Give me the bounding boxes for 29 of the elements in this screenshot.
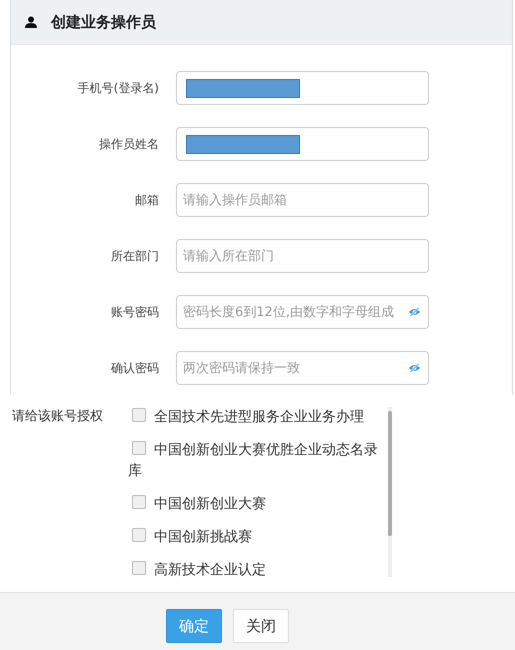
field-label: 操作员姓名 bbox=[98, 136, 160, 152]
field-label: 账号密码 bbox=[110, 304, 160, 320]
scrollbar-thumb[interactable] bbox=[388, 411, 392, 536]
input-field[interactable] bbox=[176, 71, 429, 105]
close-button[interactable]: 关闭 bbox=[233, 609, 289, 643]
field-label: 确认密码 bbox=[110, 360, 160, 376]
eye-slash-icon[interactable] bbox=[408, 307, 421, 317]
permission-checkbox[interactable]: 中国创新创业大赛 bbox=[128, 494, 386, 515]
checkbox[interactable] bbox=[132, 495, 146, 509]
input-field[interactable]: 请输入所在部门 bbox=[176, 239, 429, 273]
permission-label: 请给该账号授权 bbox=[11, 408, 104, 426]
field-label: 所在部门 bbox=[110, 248, 160, 264]
eye-slash-icon[interactable] bbox=[408, 363, 421, 373]
checkbox[interactable] bbox=[132, 441, 146, 455]
input-field[interactable] bbox=[176, 127, 429, 161]
user-icon bbox=[25, 16, 37, 28]
checkbox[interactable] bbox=[132, 528, 146, 542]
checkbox[interactable] bbox=[132, 561, 146, 575]
input-field[interactable]: 两次密码请保持一致 bbox=[176, 351, 429, 385]
input-field[interactable]: 密码长度6到12位,由数字和字母组成 bbox=[176, 295, 429, 329]
permission-checkbox[interactable]: 中国创新创业大赛优胜企业动态名录库 bbox=[128, 440, 386, 482]
permission-checkbox[interactable]: 全国技术先进型服务企业业务办理 bbox=[128, 407, 386, 428]
field-label: 手机号(登录名) bbox=[76, 80, 160, 96]
checkbox[interactable] bbox=[132, 408, 146, 422]
dialog-title: 创建业务操作员 bbox=[51, 12, 156, 32]
permission-checkbox[interactable]: 高新技术企业认定 bbox=[128, 560, 386, 581]
field-label: 邮箱 bbox=[134, 192, 160, 208]
input-field[interactable]: 请输入操作员邮箱 bbox=[176, 183, 429, 217]
permission-checkbox[interactable]: 中国创新挑战赛 bbox=[128, 527, 386, 548]
